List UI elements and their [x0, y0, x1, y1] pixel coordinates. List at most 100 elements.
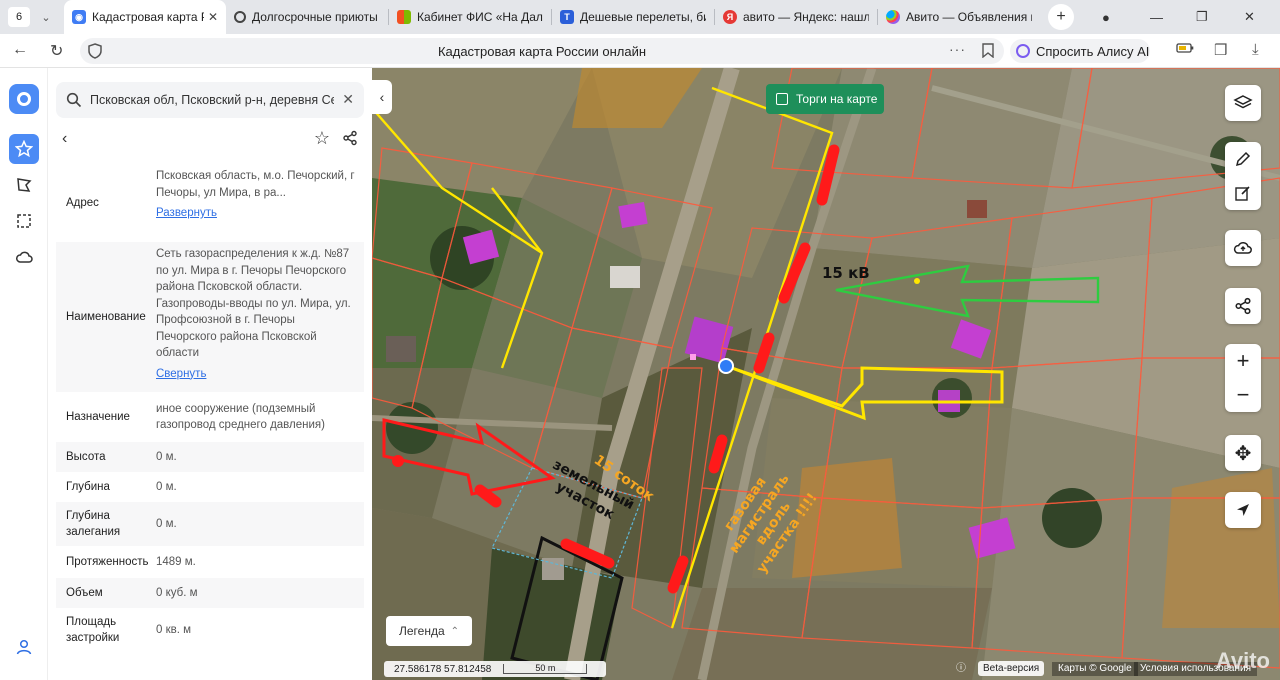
torgi-checkbox[interactable] [776, 93, 788, 105]
tab-yandex-avito[interactable]: Я авито — Яндекс: нашлос [715, 0, 877, 34]
tab-bar: 6 ⌄ ◉ Кадастровая карта Ро ✕ Долгосрочны… [0, 0, 1280, 34]
attribute-label: Адрес [66, 197, 99, 209]
app-logo-icon[interactable] [9, 84, 39, 114]
left-rail [0, 68, 48, 680]
address-value: Псковская область, м.о. Печорский, г Печ… [156, 170, 355, 199]
pan-move-icon[interactable]: ✥ [1225, 435, 1261, 471]
tab-avito[interactable]: Авито — Объявления на [878, 0, 1040, 34]
search-input[interactable]: Псковская обл, Псковский р-н, деревня Се… [90, 93, 334, 107]
tab-perelety[interactable]: T Дешевые перелеты, бил [552, 0, 714, 34]
back-chevron-icon[interactable]: ‹ [62, 130, 67, 148]
attribute-value: 0 м. [156, 517, 177, 530]
tab-title: авито — Яндекс: нашлос [743, 10, 869, 24]
reload-icon[interactable]: ↻ [50, 41, 63, 61]
alice-icon [1016, 44, 1030, 58]
attribute-value: 0 куб. м [156, 586, 198, 599]
attribute-label: Наименование [66, 311, 146, 323]
more-icon[interactable]: ··· [949, 41, 966, 57]
close-window-icon[interactable]: ✕ [1244, 0, 1255, 34]
tab-title: Дешевые перелеты, бил [580, 10, 706, 24]
attribute-label: Назначение [66, 411, 130, 423]
attribute-row-length: Протяженность 1489 м. [56, 546, 364, 578]
pencil-icon[interactable] [1234, 142, 1252, 176]
profile-icon[interactable]: ● [1102, 0, 1110, 34]
collapse-link[interactable]: Свернуть [156, 366, 356, 383]
download-icon[interactable]: ⤓ [1252, 41, 1259, 58]
tabs-dropdown-icon[interactable]: ⌄ [36, 11, 56, 24]
alisa-ring-icon [234, 11, 246, 23]
tab-fis[interactable]: Кабинет ФИС «На Даль [389, 0, 551, 34]
chevron-up-icon: ⌃ [450, 625, 460, 637]
search-box[interactable]: Псковская обл, Псковский р-н, деревня Се… [56, 82, 364, 118]
travel-t-icon: T [560, 10, 574, 24]
cloud-upload-icon[interactable] [1225, 230, 1261, 266]
scale-bar: 50 m [503, 664, 588, 674]
attribute-row-address: Адрес Псковская область, м.о. Печорский,… [56, 164, 364, 242]
windows-icon [397, 10, 411, 24]
back-arrow-icon[interactable]: ← [12, 41, 28, 59]
yandex-icon: Я [723, 10, 737, 24]
attribute-label: Объем [66, 587, 103, 599]
attribute-row-volume: Объем 0 куб. м [56, 578, 364, 608]
attribute-value: иное сооружение (подземный газопровод ср… [156, 402, 325, 432]
tab-count-badge[interactable]: 6 [8, 7, 30, 27]
attribute-value: 0 кв. м [156, 623, 192, 636]
collapse-panel-chevron-icon[interactable]: ‹ [372, 80, 392, 114]
edit-icon[interactable] [1234, 176, 1252, 210]
favorites-star-icon[interactable] [9, 134, 39, 164]
draw-area-icon[interactable] [9, 170, 39, 200]
satellite-map-layer [372, 68, 1280, 680]
minimize-icon[interactable]: — [1150, 0, 1163, 34]
tab-kadastr[interactable]: ◉ Кадастровая карта Ро ✕ [64, 0, 226, 34]
attribute-value: Псковская область, м.о. Печорский, г Печ… [156, 168, 364, 238]
zoom-in-button[interactable]: + [1225, 344, 1261, 378]
attribute-value: 0 м. [156, 480, 177, 493]
new-tab-button[interactable]: + [1048, 4, 1074, 30]
search-icon [66, 92, 82, 108]
url-field[interactable]: Кадастровая карта России онлайн ··· [80, 38, 1004, 64]
coordinates-readout: 27.586178 57.812458 [394, 663, 492, 675]
tab-title: Кадастровая карта Ро [92, 10, 204, 24]
attribute-value: 0 м. [156, 450, 177, 463]
torgi-toggle[interactable]: Торги на карте [766, 84, 884, 114]
geolocation-arrow-icon[interactable] [1225, 492, 1261, 528]
battery-icon[interactable] [1176, 41, 1194, 58]
attribute-row-purpose: Назначение иное сооружение (подземный га… [56, 392, 364, 442]
info-icon[interactable]: ⓘ [956, 662, 966, 676]
user-profile-icon[interactable] [9, 632, 39, 662]
share-icon[interactable] [342, 130, 358, 146]
close-tab-icon[interactable]: ✕ [208, 10, 218, 24]
attribute-row-burial-depth: Глубина залегания 0 м. [56, 502, 364, 546]
zoom-control: + − [1225, 344, 1261, 412]
name-value: Сеть газораспределения к ж.д. №87 по ул.… [156, 248, 351, 359]
ask-alice-button[interactable]: Спросить Алису AI [1010, 39, 1150, 63]
map-view[interactable]: ‹ Торги на карте 15 кВ 15 соток земельны… [372, 68, 1280, 680]
bookmark-icon[interactable] [982, 43, 994, 58]
map-attribution: Карты © Google [1052, 662, 1138, 676]
tab-title: Кабинет ФИС «На Даль [417, 10, 543, 24]
attribute-label: Высота [66, 451, 106, 463]
attribute-value: Сеть газораспределения к ж.д. №87 по ул.… [156, 246, 364, 388]
legend-label: Легенда [399, 624, 445, 638]
beta-badge: Beta-версия [978, 661, 1045, 676]
attributes-table: Адрес Псковская область, м.о. Печорский,… [56, 164, 364, 652]
attribute-label: Глубина [66, 481, 110, 493]
legend-button[interactable]: Легенда ⌃ [386, 616, 472, 646]
attribute-value: 1489 м. [156, 555, 196, 568]
clear-search-icon[interactable]: ✕ [342, 91, 354, 108]
favorite-star-icon[interactable]: ☆ [314, 128, 330, 149]
collections-icon[interactable]: ❒ [1214, 41, 1227, 59]
layers-icon[interactable] [1225, 85, 1261, 121]
draw-tools-group [1225, 142, 1261, 210]
maximize-icon[interactable]: ❐ [1196, 0, 1208, 34]
annotation-15kv: 15 кВ [822, 264, 870, 282]
tab-priyuty[interactable]: Долгосрочные приюты д [226, 0, 388, 34]
attribute-row-area: Площадь застройки 0 кв. м [56, 608, 364, 652]
select-area-icon[interactable] [9, 206, 39, 236]
attribute-row-depth: Глубина 0 м. [56, 472, 364, 502]
share-map-icon[interactable] [1225, 288, 1261, 324]
attribute-row-name: Наименование Сеть газораспределения к ж.… [56, 242, 364, 392]
cloud-icon[interactable] [9, 242, 39, 272]
expand-link[interactable]: Развернуть [156, 205, 356, 222]
zoom-out-button[interactable]: − [1225, 378, 1261, 412]
